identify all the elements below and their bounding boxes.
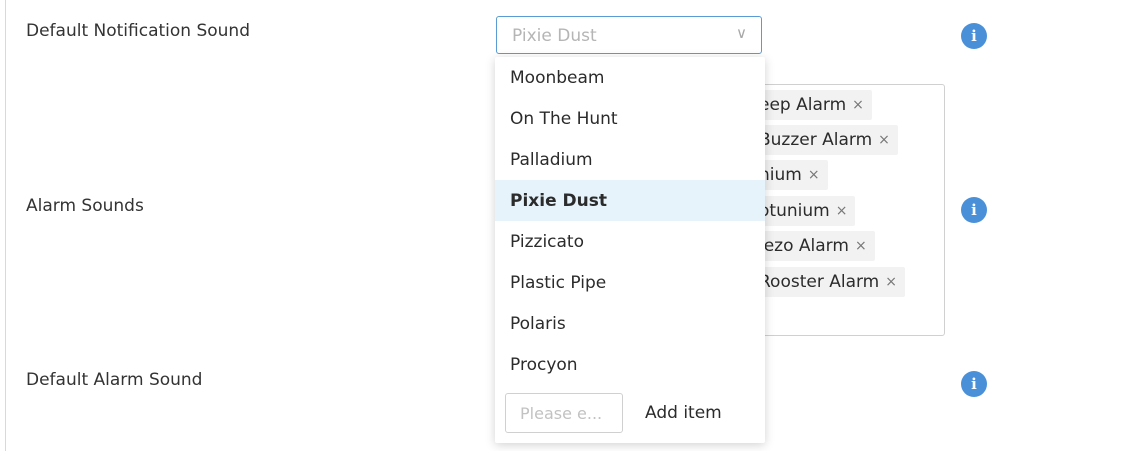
tag-remove-icon[interactable]: × — [878, 132, 890, 148]
dropdown-option-selected[interactable]: Pixie Dust — [495, 180, 765, 221]
dropdown-option[interactable]: Plastic Pipe — [495, 262, 765, 303]
dropdown-option[interactable]: Moonbeam — [495, 57, 765, 98]
chevron-down-icon: ∨ — [736, 24, 747, 42]
left-divider — [5, 0, 6, 451]
tag-label: Rooster Alarm — [759, 272, 880, 292]
alarm-tag: nium × — [759, 160, 828, 190]
notification-sound-select[interactable]: Pixie Dust ∨ — [496, 16, 762, 54]
notification-sound-value: Pixie Dust — [512, 26, 597, 46]
default-alarm-sound-label: Default Alarm Sound — [26, 370, 203, 390]
tag-remove-icon[interactable]: × — [808, 167, 820, 183]
tag-remove-icon[interactable]: × — [852, 97, 864, 113]
tag-label: nium — [759, 165, 802, 185]
tag-label: Buzzer Alarm — [759, 130, 873, 150]
dropdown-option[interactable]: Polaris — [495, 303, 765, 344]
dropdown-option[interactable]: On The Hunt — [495, 98, 765, 139]
info-icon[interactable]: i — [961, 197, 987, 223]
alarm-tag: iezo Alarm × — [759, 231, 875, 261]
info-icon[interactable]: i — [961, 23, 987, 49]
dropdown-option[interactable]: Procyon — [495, 344, 765, 385]
alarm-tag: Rooster Alarm × — [759, 267, 905, 297]
tag-label: iezo Alarm — [759, 236, 849, 256]
alarm-tag: Buzzer Alarm × — [759, 125, 898, 155]
tag-remove-icon[interactable]: × — [885, 274, 897, 290]
tag-label: otunium — [759, 201, 830, 221]
new-item-input[interactable] — [505, 393, 623, 433]
tag-label: eep Alarm — [759, 95, 847, 115]
alarm-tag: otunium × — [759, 196, 856, 226]
alarm-sounds-label: Alarm Sounds — [26, 196, 144, 216]
tag-remove-icon[interactable]: × — [836, 203, 848, 219]
alarm-tag: eep Alarm × — [759, 90, 872, 120]
dropdown-option[interactable]: Pizzicato — [495, 221, 765, 262]
default-notification-sound-label: Default Notification Sound — [26, 21, 250, 41]
tag-remove-icon[interactable]: × — [855, 238, 867, 254]
dropdown-option[interactable]: Palladium — [495, 139, 765, 180]
sound-dropdown-menu: Moonbeam On The Hunt Palladium Pixie Dus… — [495, 57, 765, 443]
info-icon[interactable]: i — [961, 371, 987, 397]
add-item-button[interactable]: Add item — [645, 396, 722, 430]
alarm-sounds-multiselect[interactable]: eep Alarm × Buzzer Alarm × nium × otuniu… — [740, 84, 945, 336]
